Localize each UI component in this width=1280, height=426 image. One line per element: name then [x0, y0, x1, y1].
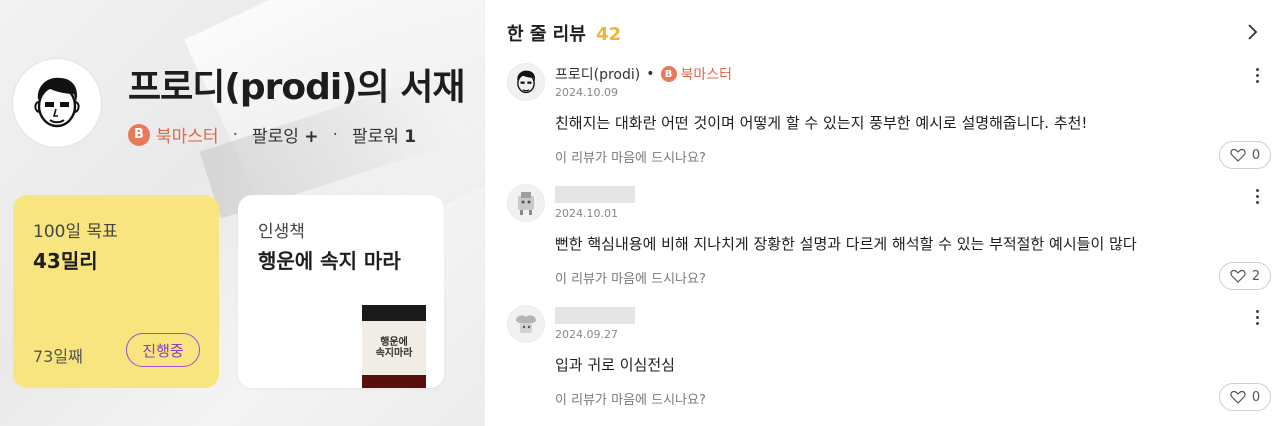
reviewer-name[interactable]: 프로디(prodi) — [555, 64, 640, 84]
reviews-count: 42 — [596, 24, 622, 45]
avatar-face-icon — [34, 77, 80, 128]
reviewer-name-redacted — [555, 307, 635, 324]
profile-avatar[interactable] — [12, 58, 102, 148]
followers-value: 1 — [404, 127, 417, 147]
reviews-header: 한 줄 리뷰 42 — [507, 20, 621, 46]
followers-label: 팔로워 — [351, 127, 399, 147]
heart-icon — [1230, 390, 1246, 404]
heart-icon — [1230, 148, 1246, 162]
review-text: 뻔한 핵심내용에 비해 지나치게 장황한 설명과 다르게 해석할 수 있는 부적… — [555, 235, 1137, 253]
like-prompt: 이 리뷰가 마음에 드시나요? — [555, 393, 706, 408]
bookmaster-badge-icon: B — [128, 123, 150, 146]
following-label: 팔로잉 — [251, 127, 299, 147]
more-options-icon[interactable] — [1247, 305, 1267, 329]
book-cover-image[interactable]: 행운에 속지마라 — [362, 305, 426, 388]
separator-dot: · — [332, 124, 338, 145]
goal-card[interactable]: 100일 목표 43밀리 73일째 진행중 — [13, 195, 219, 388]
review-text: 친해지는 대화란 어떤 것이며 어떻게 할 수 있는지 풍부한 예시로 설명해줍… — [555, 114, 1088, 132]
goal-days: 73일째 — [33, 347, 83, 366]
badge-label: 북마스터 — [680, 67, 733, 83]
profile-meta: B 북마스터 · 팔로잉 + · 팔로워 1 — [128, 122, 416, 147]
review-date: 2024.09.27 — [555, 328, 618, 341]
review-date: 2024.10.09 — [555, 86, 618, 99]
reviewer-name-redacted — [555, 186, 635, 203]
goal-label: 100일 목표 — [33, 222, 118, 242]
character-avatar-icon — [518, 192, 534, 215]
profile-panel: 프로디(prodi)의 서재 B 북마스터 · 팔로잉 + · 팔로워 1 10… — [0, 0, 484, 426]
bookmaster-badge-icon: B — [660, 66, 677, 82]
reviewer-name-row: 프로디(prodi) • B 북마스터 — [555, 64, 732, 84]
like-count: 2 — [1251, 268, 1261, 284]
reviews-panel: 한 줄 리뷰 42 프로디(prodi) • B 북마스터 2024.10.09… — [484, 0, 1280, 426]
review-item: 2024.09.27 입과 귀로 이심전심 이 리뷰가 마음에 드시나요? 0 — [507, 305, 1271, 425]
like-prompt: 이 리뷰가 마음에 드시나요? — [555, 151, 706, 166]
review-date: 2024.10.01 — [555, 207, 618, 220]
chevron-right-icon[interactable] — [1244, 22, 1260, 42]
like-prompt: 이 리뷰가 마음에 드시나요? — [555, 272, 706, 287]
heart-icon — [1230, 269, 1246, 283]
cover-band — [362, 305, 426, 321]
like-count: 0 — [1251, 147, 1261, 163]
following-value: + — [304, 127, 319, 147]
life-book-title: 행운에 속지 마라 — [258, 249, 401, 273]
review-item: 프로디(prodi) • B 북마스터 2024.10.09 친해지는 대화란 … — [507, 63, 1271, 183]
followers-link[interactable]: 팔로워 1 — [352, 122, 416, 147]
life-book-label: 인생책 — [258, 222, 305, 242]
goal-value: 43밀리 — [33, 249, 98, 273]
review-text: 입과 귀로 이심전심 — [555, 356, 675, 374]
like-button[interactable]: 0 — [1219, 141, 1271, 169]
like-button[interactable]: 2 — [1219, 262, 1271, 290]
reviewer-avatar[interactable] — [507, 305, 545, 343]
badge-label: 북마스터 — [156, 127, 219, 147]
like-count: 0 — [1251, 389, 1261, 405]
more-options-icon[interactable] — [1247, 63, 1267, 87]
separator-dot: · — [232, 124, 238, 145]
more-options-icon[interactable] — [1247, 184, 1267, 208]
separator-dot: • — [646, 66, 655, 82]
following-link[interactable]: 팔로잉 + — [252, 122, 319, 147]
cover-title: 행운에 속지마라 — [362, 321, 426, 375]
shelf-title: 프로디(prodi)의 서재 — [128, 67, 466, 108]
review-item: 2024.10.01 뻔한 핵심내용에 비해 지나치게 장황한 설명과 다르게 … — [507, 184, 1271, 304]
reviews-title: 한 줄 리뷰 — [507, 24, 586, 45]
life-book-card[interactable]: 인생책 행운에 속지 마라 행운에 속지마라 — [238, 195, 444, 388]
cover-bottom — [362, 375, 426, 388]
reviewer-avatar[interactable] — [507, 184, 545, 222]
reviewer-avatar[interactable] — [507, 63, 545, 101]
character-avatar-icon — [516, 315, 536, 333]
like-button[interactable]: 0 — [1219, 383, 1271, 411]
status-button[interactable]: 진행중 — [126, 333, 200, 367]
avatar-face-icon — [517, 70, 536, 94]
